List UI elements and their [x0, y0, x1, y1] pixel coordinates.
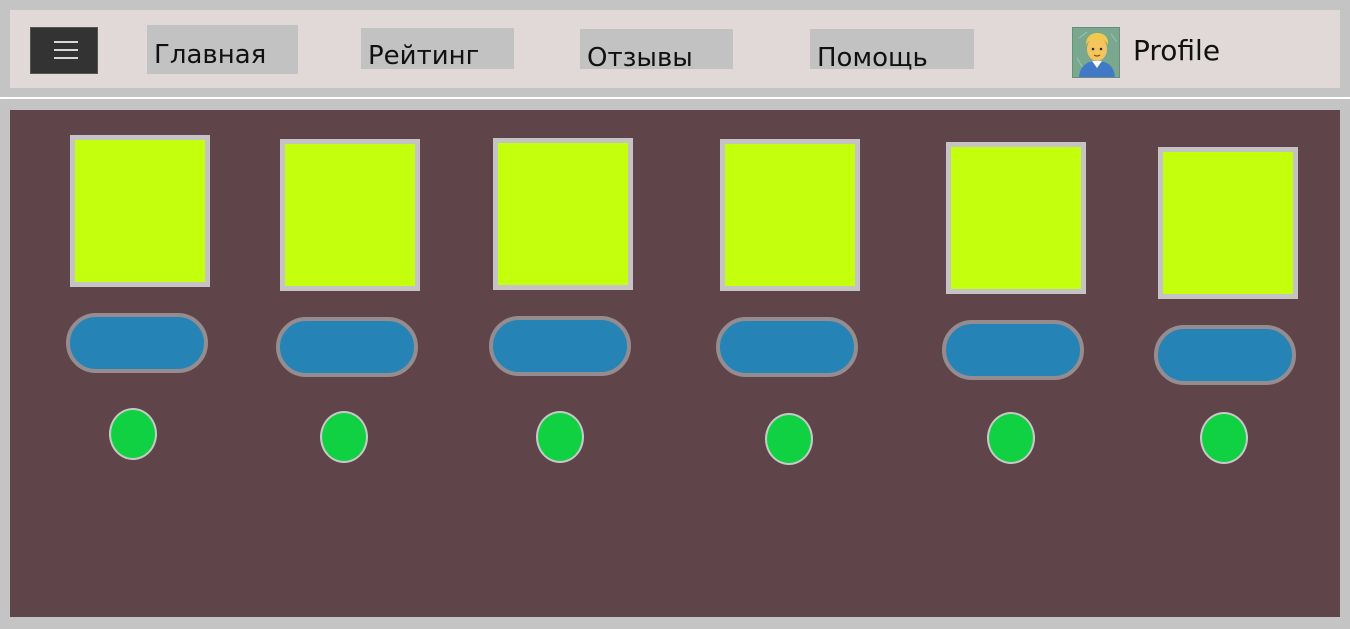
pill-button[interactable]	[66, 313, 208, 373]
main-content-panel	[10, 110, 1340, 617]
green-status-dot[interactable]	[536, 411, 584, 463]
green-status-dot[interactable]	[320, 411, 368, 463]
nav-link-home[interactable]: Главная	[147, 25, 298, 74]
card-image-placeholder[interactable]	[946, 142, 1086, 294]
hamburger-icon-line	[54, 49, 78, 51]
nav-link-reviews[interactable]: Отзывы	[580, 29, 733, 73]
pill-button[interactable]	[716, 317, 858, 377]
card-image-placeholder[interactable]	[493, 138, 633, 290]
hamburger-menu-button[interactable]	[30, 27, 98, 74]
nav-link-help[interactable]: Помощь	[810, 29, 974, 73]
green-status-dot[interactable]	[109, 408, 157, 460]
pill-button[interactable]	[276, 317, 418, 377]
top-navigation-bar: Главная Рейтинг Отзывы Помощь Profile	[10, 10, 1340, 88]
nav-link-help-label: Помощь	[817, 43, 928, 73]
nav-link-rating[interactable]: Рейтинг	[361, 28, 514, 69]
nav-link-rating-label: Рейтинг	[368, 41, 480, 71]
card-image-placeholder[interactable]	[70, 135, 210, 287]
hamburger-icon-line	[54, 41, 78, 43]
pill-button[interactable]	[489, 316, 631, 376]
green-status-dot[interactable]	[765, 413, 813, 465]
card-image-placeholder[interactable]	[280, 139, 420, 291]
profile-link[interactable]: Profile	[1133, 34, 1220, 67]
header-divider	[0, 97, 1350, 99]
card-image-placeholder[interactable]	[720, 139, 860, 291]
nav-link-reviews-label: Отзывы	[587, 43, 693, 73]
pill-button[interactable]	[1154, 325, 1296, 385]
nav-link-home-label: Главная	[154, 40, 267, 70]
card-image-placeholder[interactable]	[1158, 147, 1298, 299]
profile-avatar-icon[interactable]	[1072, 27, 1120, 78]
green-status-dot[interactable]	[1200, 412, 1248, 464]
pill-button[interactable]	[942, 320, 1084, 380]
green-status-dot[interactable]	[987, 412, 1035, 464]
man-emoji-avatar-icon	[1073, 28, 1119, 77]
hamburger-icon-line	[54, 57, 78, 59]
